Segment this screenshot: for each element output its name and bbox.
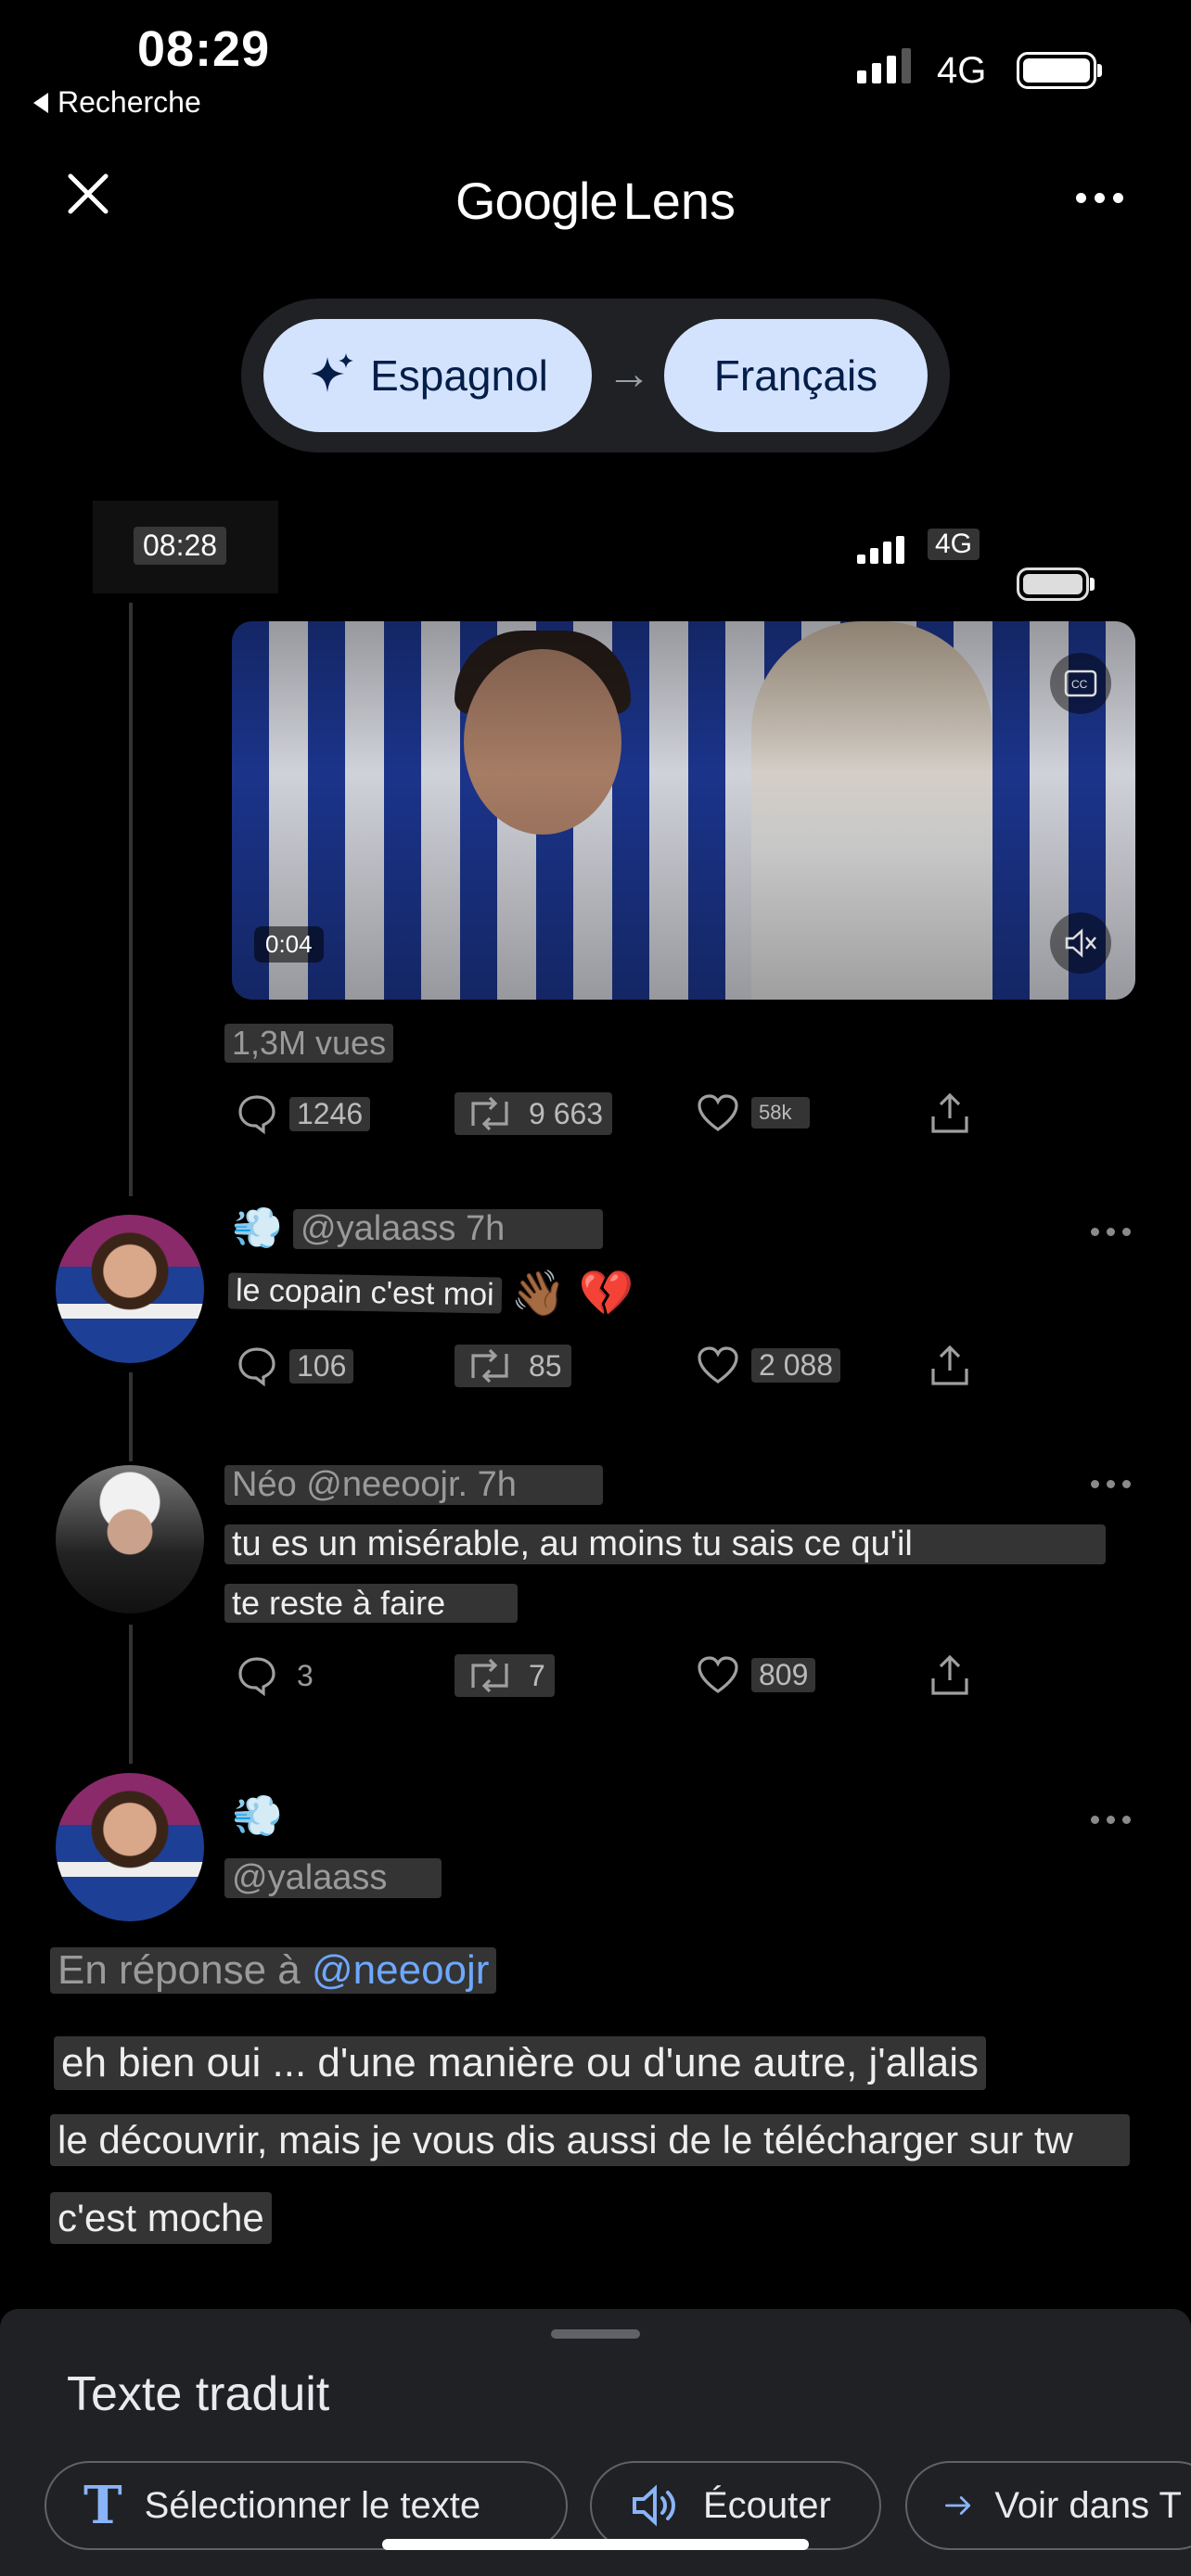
retweet-count: 85 (529, 1348, 562, 1383)
arrow-right-icon: → (607, 350, 651, 399)
select-text-button[interactable]: T Sélectionner le texte (45, 2461, 568, 2550)
reply-to-label: En réponse à @neeoojr (50, 1947, 497, 1994)
tweet-handle: @yalaass 7h (293, 1209, 603, 1249)
comment-icon (238, 1347, 275, 1387)
avatar[interactable] (56, 1773, 204, 1921)
like-count: 809 (751, 1657, 816, 1692)
source-language-button[interactable]: Espagnol (263, 319, 592, 432)
like-button[interactable]: 58k (696, 1092, 811, 1133)
avatar[interactable] (56, 1215, 204, 1363)
reply-count: 106 (289, 1348, 354, 1384)
reply-to-prefix: En réponse à (58, 1947, 301, 1993)
back-triangle-icon (33, 92, 48, 113)
heart-icon (698, 1656, 738, 1693)
share-icon (931, 1654, 968, 1695)
avatar[interactable] (56, 1465, 204, 1613)
captions-icon[interactable]: CC (1050, 653, 1111, 714)
home-indicator[interactable] (382, 2539, 809, 2550)
view-in-button[interactable]: Voir dans T (905, 2461, 1191, 2550)
like-count: 2 088 (751, 1347, 841, 1383)
tweet-text-line: eh bien oui ... d'une manière ou d'une a… (54, 2036, 986, 2090)
inner-status-time: 08:28 (134, 527, 227, 565)
battery-icon (1017, 52, 1102, 89)
target-language-label: Français (713, 351, 878, 400)
source-language-label: Espagnol (370, 351, 548, 400)
retweet-count: 7 (529, 1658, 545, 1692)
app-title: Google Lens (0, 171, 1191, 231)
back-to-search[interactable]: Recherche (33, 85, 201, 120)
dash-cloud-icon: 💨 (232, 1205, 283, 1251)
back-label: Recherche (58, 85, 201, 119)
reply-count: 3 (297, 1658, 314, 1692)
tweet-text-line: te reste à faire (224, 1584, 518, 1623)
tweet-more-icon[interactable] (1091, 1228, 1131, 1236)
text-t-icon: T (83, 2475, 122, 2536)
tweet-emojis: 👋🏾 💔 (510, 1269, 634, 1319)
view-in-label: Voir dans T (994, 2484, 1182, 2526)
retweet-icon (471, 1348, 508, 1384)
signal-icon (857, 48, 911, 83)
tweet-text: le copain c'est moi 👋🏾 💔 (227, 1267, 634, 1320)
reply-to-user-link[interactable]: @neeoojr (312, 1947, 489, 1993)
tweet-video[interactable]: 0:04 CC (232, 621, 1135, 1000)
more-options-icon[interactable] (1076, 193, 1123, 203)
view-count: 1,3M vues (224, 1024, 394, 1063)
retweet-button[interactable]: 9 663 (455, 1092, 613, 1135)
sheet-title: Texte traduit (67, 2367, 330, 2421)
heart-icon (698, 1094, 738, 1131)
tweet-handle: Néo @neeoojr. 7h (224, 1465, 603, 1505)
share-button[interactable] (928, 1343, 972, 1389)
tweet-text-line: le copain c'est moi (227, 1272, 502, 1314)
like-count: 58k (751, 1097, 811, 1129)
listen-button[interactable]: Écouter (590, 2461, 881, 2550)
sheet-drag-handle[interactable] (551, 2329, 640, 2339)
tweet-text-line: tu es un misérable, au moins tu sais ce … (224, 1524, 1106, 1564)
reply-count: 1246 (289, 1096, 371, 1131)
retweet-count: 9 663 (529, 1096, 604, 1130)
speaker-icon (633, 2484, 675, 2527)
reply-button[interactable]: 3 (236, 1654, 314, 1697)
inner-battery-icon (1017, 567, 1095, 601)
retweet-icon (471, 1096, 508, 1131)
video-duration: 0:04 (254, 926, 324, 963)
tweet-text-line: c'est moche (50, 2192, 272, 2244)
tweet-text-line: le découvrir, mais je vous dis aussi de … (50, 2114, 1130, 2166)
tweet-more-icon[interactable] (1091, 1816, 1131, 1824)
tweet-more-icon[interactable] (1091, 1480, 1131, 1488)
heart-icon (698, 1346, 738, 1384)
thread-line (129, 603, 133, 1196)
share-button[interactable] (928, 1090, 972, 1137)
arrow-forward-icon (945, 2496, 971, 2515)
listen-label: Écouter (703, 2484, 831, 2526)
thread-line (129, 1372, 133, 1461)
target-language-button[interactable]: Français (664, 319, 928, 432)
network-label: 4G (937, 50, 987, 91)
reply-button[interactable]: 1246 (236, 1092, 371, 1135)
mute-icon[interactable] (1050, 912, 1111, 974)
retweet-button[interactable]: 85 (455, 1345, 571, 1387)
title-google: Google (455, 172, 619, 230)
svg-text:CC: CC (1071, 678, 1088, 691)
share-icon (931, 1092, 968, 1133)
status-time: 08:29 (137, 21, 271, 77)
comment-icon (238, 1095, 275, 1135)
inner-network-label: 4G (928, 529, 980, 560)
tweet-handle: @yalaass (224, 1858, 442, 1898)
share-button[interactable] (928, 1652, 972, 1699)
like-button[interactable]: 809 (696, 1654, 816, 1695)
retweet-button[interactable]: 7 (455, 1654, 555, 1697)
retweet-icon (471, 1658, 508, 1693)
select-text-label: Sélectionner le texte (144, 2484, 481, 2526)
inner-signal-icon (857, 536, 904, 564)
like-button[interactable]: 2 088 (696, 1345, 841, 1385)
title-lens: Lens (622, 172, 736, 230)
comment-icon (238, 1657, 275, 1697)
reply-button[interactable]: 106 (236, 1345, 354, 1387)
dash-cloud-icon: 💨 (232, 1793, 283, 1839)
sparkle-icon (311, 353, 354, 392)
share-icon (931, 1345, 968, 1385)
thread-line (129, 1625, 133, 1764)
